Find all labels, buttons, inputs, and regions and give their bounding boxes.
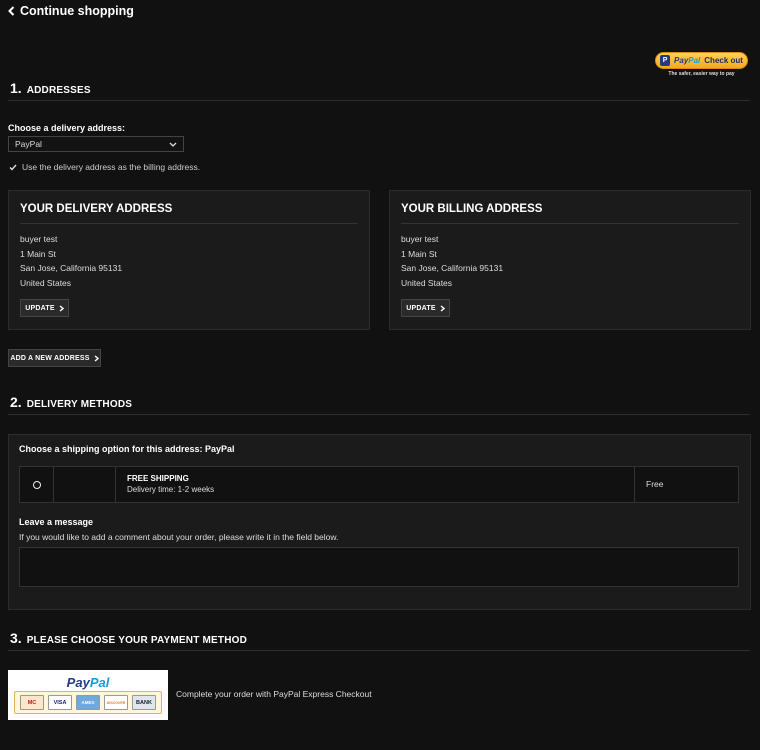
leave-message-label: Leave a message [19,517,94,527]
section-label: PLEASE CHOOSE YOUR PAYMENT METHOD [26,635,248,646]
divider [401,223,739,224]
shipping-option-label: Choose a shipping option for this addres… [19,444,235,454]
continue-shopping-link[interactable]: Continue shopping [8,3,134,19]
message-textarea[interactable] [19,547,739,587]
section-payment-title: 3. PLEASE CHOOSE YOUR PAYMENT METHOD [10,630,247,646]
radio-cell [20,467,54,502]
accepted-cards: MC VISA AMEX DISCOVER BANK [14,691,162,714]
address-line: buyer test [20,234,58,244]
same-billing-checkbox[interactable] [8,162,18,172]
select-value: PayPal [15,139,42,149]
shipping-option-row[interactable]: FREE SHIPPING Delivery time: 1-2 weeks F… [19,466,739,503]
paypal-payment-option[interactable]: PayPal MC VISA AMEX DISCOVER BANK [8,670,168,720]
discover-icon: DISCOVER [104,695,128,710]
billing-address-card: YOUR BILLING ADDRESS buyer test 1 Main S… [389,190,751,330]
paypal-wordmark: PayPal [674,56,701,65]
continue-shopping-label: Continue shopping [20,4,134,18]
address-line: San Jose, California 95131 [401,263,504,274]
billing-address-title: YOUR BILLING ADDRESS [401,203,543,215]
address-line: 1 Main St [401,248,437,259]
update-billing-button[interactable]: UPDATE [401,299,450,317]
divider [8,650,750,651]
chevron-right-icon [59,304,64,312]
shipping-name: FREE SHIPPING [127,474,189,483]
visa-icon: VISA [48,695,72,710]
paypal-checkout-button[interactable]: P PayPal Check out [655,52,748,69]
section-delivery-title: 2. DELIVERY METHODS [10,394,132,410]
section-addresses-title: 1. ADDRESSES [10,80,91,96]
delivery-address-title: YOUR DELIVERY ADDRESS [20,203,173,215]
section-number: 1. [10,80,22,96]
shipping-price: Free [646,479,664,489]
choose-address-label: Choose a delivery address: [8,123,126,133]
address-line: San Jose, California 95131 [20,263,123,274]
chevron-left-icon [8,6,15,16]
address-line: buyer test [401,234,439,244]
update-delivery-button[interactable]: UPDATE [20,299,69,317]
divider [8,100,750,101]
add-new-address-button[interactable]: ADD A NEW ADDRESS [8,349,101,367]
paypal-checkout: P PayPal Check out The safer, easier way… [655,52,748,77]
bank-icon: BANK [132,695,156,710]
chevron-down-icon [169,142,177,147]
delivery-address-card: YOUR DELIVERY ADDRESS buyer test 1 Main … [8,190,370,330]
delivery-address-select[interactable]: PayPal [8,136,184,152]
delivery-address-lines: buyer test 1 Main St San Jose, Californi… [20,232,122,290]
paypal-tagline: The safer, easier way to pay [668,71,735,77]
divider [20,223,358,224]
address-line: 1 Main St [20,248,56,259]
button-label: UPDATE [406,304,436,312]
section-number: 2. [10,394,22,410]
section-label: DELIVERY METHODS [26,399,133,410]
shipping-info-cell: FREE SHIPPING Delivery time: 1-2 weeks [116,467,635,502]
checkout-label: Check out [704,56,743,65]
button-label: UPDATE [25,304,55,312]
mastercard-icon: MC [20,695,44,710]
same-billing-label: Use the delivery address as the billing … [22,162,201,172]
shipping-radio[interactable] [32,480,41,489]
section-label: ADDRESSES [26,85,91,96]
button-label: ADD A NEW ADDRESS [10,354,90,362]
billing-address-lines: buyer test 1 Main St San Jose, Californi… [401,232,503,290]
carrier-logo-cell [54,467,116,502]
paypal-logo-icon: P [660,55,671,66]
address-line: United States [20,277,72,288]
section-number: 3. [10,630,22,646]
delivery-time: Delivery time: 1-2 weeks [127,485,215,494]
divider [8,414,750,415]
paypal-wordmark: PayPal [66,675,110,690]
chevron-right-icon [94,354,99,362]
message-hint: If you would like to add a comment about… [19,532,339,542]
checkmark-icon [9,164,17,171]
payment-description: Complete your order with PayPal Express … [176,689,372,699]
amex-icon: AMEX [76,695,100,710]
chevron-right-icon [440,304,445,312]
same-billing-row: Use the delivery address as the billing … [8,162,200,172]
address-line: United States [401,277,453,288]
